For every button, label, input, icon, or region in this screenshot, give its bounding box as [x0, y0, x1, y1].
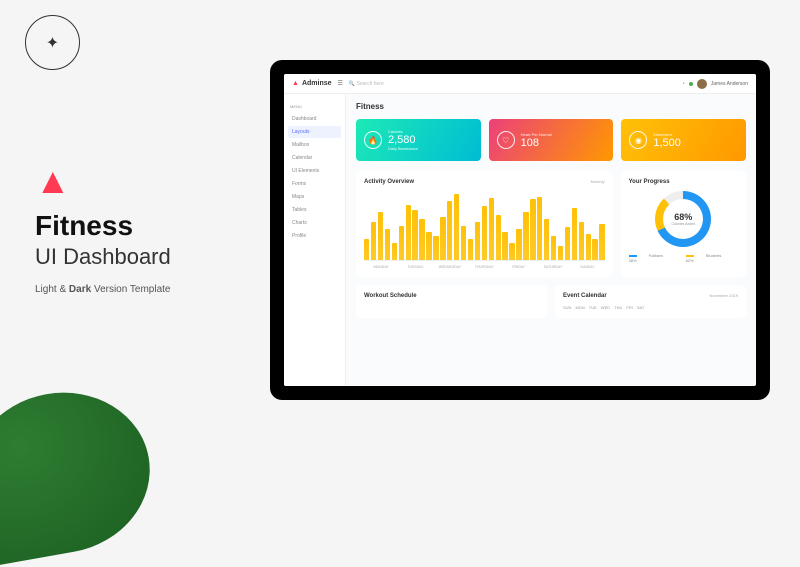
sidebar-header: Menu [290, 104, 339, 109]
headline-1: Fitness [35, 210, 275, 242]
marketing-copy: ▲ Fitness UI Dashboard Light & Dark Vers… [35, 160, 275, 295]
designer-badge: ✦ [25, 15, 80, 70]
progress-legend: Fullbars 38% Students 62% [629, 253, 738, 263]
bar [530, 199, 535, 260]
bar [572, 208, 577, 260]
bar [406, 205, 411, 260]
user-name: James Anderson [711, 81, 748, 87]
topbar: Adminse ☰ 🔍 Search here ◔ James Anderson [284, 74, 756, 94]
bar [371, 222, 376, 260]
calendar-days: SUNMONTUEWEDTHUFRISAT [563, 305, 738, 310]
bar [592, 239, 597, 260]
bar [496, 215, 501, 260]
card-distance[interactable]: ◉ Kilometers1,500 [621, 119, 746, 161]
sidebar-item-ui-elements[interactable]: UI Elements [288, 165, 341, 177]
bar [537, 197, 542, 260]
bar [544, 219, 549, 260]
bar [447, 201, 452, 260]
sidebar-item-tables[interactable]: Tables [288, 204, 341, 216]
tagline: Light & Dark Version Template [35, 284, 275, 295]
bar [426, 232, 431, 260]
sidebar: Menu DashboardLayoutsMailboxCalendarUI E… [284, 94, 346, 386]
bar [558, 246, 563, 260]
bar [579, 222, 584, 260]
bar [586, 234, 591, 260]
menu-icon[interactable]: ☰ [338, 80, 343, 87]
sidebar-item-dashboard[interactable]: Dashboard [288, 113, 341, 125]
sidebar-item-forms[interactable]: Forms [288, 178, 341, 190]
bar [551, 236, 556, 260]
bar [364, 239, 369, 260]
bar [399, 226, 404, 261]
activity-chart [364, 191, 605, 261]
notification-icon[interactable]: ◔ [682, 81, 685, 87]
heart-icon: ♡ [497, 131, 515, 149]
progress-panel: Your Progress 68%Calories Added Fullbars… [621, 171, 746, 277]
bar [509, 243, 514, 260]
kettlebell-icon: ◉ [629, 131, 647, 149]
headline-2: UI Dashboard [35, 244, 275, 270]
progress-donut: 68%Calories Added [655, 191, 711, 247]
progress-title: Your Progress [629, 179, 670, 185]
card-heart[interactable]: ♡ Heart Per Normal108 [489, 119, 614, 161]
activity-filter[interactable]: Monthly [591, 179, 605, 185]
bar [565, 227, 570, 260]
bar [440, 217, 445, 260]
bar [599, 224, 604, 260]
bar [412, 210, 417, 260]
bar [468, 239, 473, 260]
bar [475, 222, 480, 260]
user-menu[interactable]: ◔ James Anderson [682, 79, 748, 89]
sidebar-item-maps[interactable]: Maps [288, 191, 341, 203]
avatar[interactable] [697, 79, 707, 89]
bar [516, 229, 521, 260]
activity-panel: Activity Overview Monthly MONDAYTUESDAYWE… [356, 171, 613, 277]
bar [433, 236, 438, 260]
bar [502, 232, 507, 260]
main-content: Fitness 🔥 Calories2,580Daily Breakdown ♡… [346, 94, 756, 386]
bar [385, 229, 390, 260]
bar [523, 212, 528, 260]
sidebar-item-profile[interactable]: Profile [288, 230, 341, 242]
bar [454, 194, 459, 260]
search-input[interactable]: 🔍 Search here [349, 81, 676, 87]
card-calories[interactable]: 🔥 Calories2,580Daily Breakdown [356, 119, 481, 161]
bar [461, 226, 466, 261]
decorative-leaf [0, 379, 163, 567]
bar [378, 212, 383, 260]
bar [392, 243, 397, 260]
bar [482, 206, 487, 260]
stat-cards: 🔥 Calories2,580Daily Breakdown ♡ Heart P… [356, 119, 746, 161]
page-title: Fitness [356, 102, 746, 111]
sidebar-item-charts[interactable]: Charts [288, 217, 341, 229]
logo-mark: ▲ [35, 160, 275, 202]
bar [419, 219, 424, 260]
status-dot [689, 82, 693, 86]
laptop-mockup: Adminse ☰ 🔍 Search here ◔ James Anderson… [270, 60, 770, 400]
bar [489, 198, 494, 260]
chart-x-axis: MONDAYTUESDAYWEDNESDAYTHURSDAYFRIDAYSATU… [364, 265, 605, 269]
sidebar-item-layouts[interactable]: Layouts [288, 126, 341, 138]
brand-logo[interactable]: Adminse [292, 80, 332, 87]
flame-icon: 🔥 [364, 131, 382, 149]
sidebar-item-mailbox[interactable]: Mailbox [288, 139, 341, 151]
calendar-panel: Event CalendarNovember 2019 SUNMONTUEWED… [555, 285, 746, 318]
activity-title: Activity Overview [364, 179, 414, 185]
sidebar-item-calendar[interactable]: Calendar [288, 152, 341, 164]
app-screen: Adminse ☰ 🔍 Search here ◔ James Anderson… [284, 74, 756, 386]
workout-panel: Workout Schedule [356, 285, 547, 318]
